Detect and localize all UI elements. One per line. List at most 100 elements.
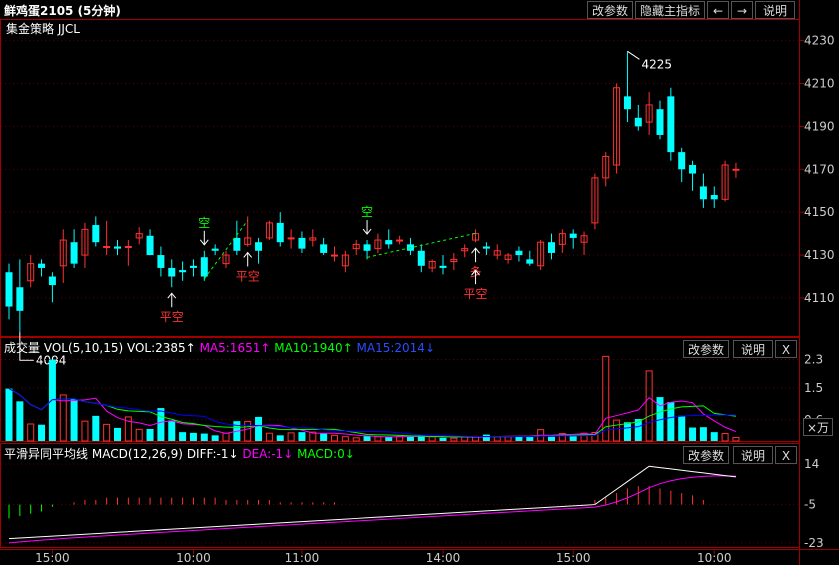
price-tick-label: 4210: [804, 76, 835, 90]
volume-bar: [613, 419, 621, 442]
volume-bar: [81, 420, 89, 442]
volume-bar: [406, 436, 414, 441]
volume-bar: [439, 437, 447, 441]
candle-body: [5, 272, 13, 307]
macd-change-params-button[interactable]: 改参数: [683, 446, 729, 464]
candle-body: [189, 265, 197, 268]
volume-bar: [482, 434, 490, 441]
macd-close-button[interactable]: X: [775, 446, 797, 464]
candle-body: [732, 168, 740, 171]
candle-body: [287, 237, 295, 240]
candle-body: [548, 242, 555, 253]
candle-body: [439, 265, 447, 268]
volume-bar: [211, 435, 219, 441]
candle-body: [146, 235, 154, 256]
macd-tick-label: -5: [804, 498, 816, 512]
volume-unit-label: ×万: [803, 418, 833, 436]
volume-bar: [103, 423, 111, 442]
volume-bar: [265, 432, 273, 442]
volume-bar: [276, 435, 284, 441]
candle-body: [70, 242, 78, 264]
price-tick-label: 4150: [804, 205, 835, 219]
signal-label: 空: [198, 216, 210, 230]
volume-indicator-line: 成交量 VOL(5,10,15) VOL:2385↑ MA5:1651↑ MA1…: [4, 339, 435, 356]
candle-body: [634, 117, 642, 127]
vol-value: VOL:2385↑: [126, 341, 196, 355]
volume-bar: [320, 433, 328, 441]
candle-body: [114, 246, 121, 249]
volume-bar: [689, 427, 697, 441]
macd-params: MACD(12,26,9): [91, 447, 183, 461]
candle-body: [710, 195, 718, 200]
candle-body: [331, 254, 338, 257]
volume-bar: [623, 422, 631, 441]
candle-body: [678, 152, 686, 170]
volume-bar: [168, 420, 176, 441]
left-arrow-button[interactable]: ←: [707, 1, 729, 19]
candle-body: [16, 287, 24, 311]
signal-label: 平空: [236, 269, 260, 283]
volume-bar: [667, 402, 675, 441]
volume-bar: [244, 421, 252, 442]
volume-bar: [200, 433, 208, 441]
volume-bar: [504, 436, 512, 442]
macd-diff: DIFF:-1↓: [186, 447, 239, 461]
vol-ma15: MA15:2014↓: [356, 341, 435, 355]
candle-body: [482, 246, 490, 249]
volume-bar: [428, 436, 436, 442]
candle-body: [385, 240, 393, 245]
volume-bar: [5, 388, 13, 441]
candle-body: [656, 109, 664, 135]
high-annotation-label: 4225: [641, 57, 672, 71]
candle-body: [396, 239, 404, 242]
candle-body: [298, 237, 306, 249]
macd-help-button[interactable]: 说明: [733, 446, 773, 464]
volume-bar: [678, 415, 686, 441]
candle-body: [48, 276, 56, 286]
macd-value: MACD:0↓: [297, 447, 355, 461]
price-panel-frame: [0, 19, 800, 337]
change-params-button[interactable]: 改参数: [587, 1, 633, 19]
vol-ma5: MA5:1651↑: [199, 341, 271, 355]
volume-bar: [710, 432, 718, 441]
candle-body: [168, 267, 176, 277]
candle-body: [417, 250, 425, 266]
hide-main-indicator-button[interactable]: 隐藏主指标: [635, 1, 705, 19]
time-tick-label: 14:00: [426, 551, 461, 565]
candle-body: [667, 96, 675, 153]
macd-dea-line: [8, 475, 736, 544]
volume-bar: [645, 370, 653, 442]
time-tick-label: 15:00: [35, 551, 70, 565]
vol-ma10: MA10:1940↑: [274, 341, 353, 355]
volume-tick-label: 1.5: [804, 381, 823, 395]
time-tick-label: 10:00: [176, 551, 211, 565]
volume-bar: [157, 408, 165, 441]
candle-body: [255, 242, 263, 251]
price-tick-label: 4110: [804, 291, 835, 305]
candle-body: [689, 164, 697, 174]
candle-body: [233, 237, 241, 251]
volume-bar: [146, 428, 154, 441]
right-arrow-button[interactable]: →: [731, 1, 753, 19]
volume-help-button[interactable]: 说明: [733, 340, 773, 358]
volume-bar: [493, 436, 501, 442]
volume-bar: [27, 423, 35, 442]
volume-change-params-button[interactable]: 改参数: [683, 340, 729, 358]
volume-bar: [450, 437, 458, 442]
candle-body: [92, 225, 100, 243]
volume-bar: [569, 435, 577, 441]
volume-bar: [287, 432, 295, 442]
volume-bar: [374, 436, 382, 442]
volume-bar: [16, 401, 24, 441]
volume-bar: [92, 415, 100, 441]
volume-bar: [135, 428, 143, 442]
volume-bar: [341, 436, 349, 442]
volume-close-button[interactable]: X: [775, 340, 797, 358]
volume-bar: [548, 436, 555, 441]
help-button[interactable]: 说明: [755, 1, 795, 19]
time-tick-label: 10:00: [697, 551, 732, 565]
volume-bar: [331, 434, 338, 442]
macd-dif-line: [8, 465, 737, 540]
signal-label: 平空: [464, 287, 488, 301]
time-tick-label: 15:00: [556, 551, 591, 565]
